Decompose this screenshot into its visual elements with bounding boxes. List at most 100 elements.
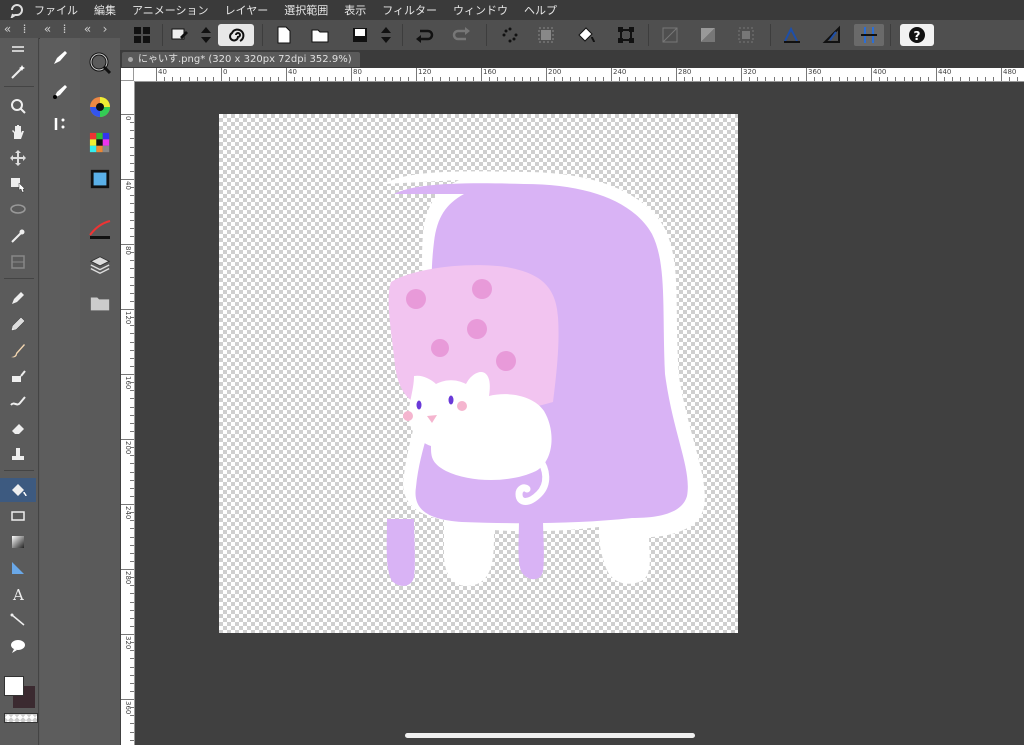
menu-layer[interactable]: レイヤー bbox=[225, 2, 269, 18]
redo-icon[interactable] bbox=[450, 24, 474, 46]
magic-wand-icon[interactable] bbox=[0, 60, 36, 84]
palette-menu-icon[interactable] bbox=[0, 42, 36, 58]
correct-line-icon[interactable] bbox=[0, 608, 36, 632]
pencil-icon[interactable] bbox=[0, 312, 36, 336]
ruler-label: 480 bbox=[1003, 68, 1017, 76]
panel-icon-column bbox=[80, 38, 120, 745]
eraser-icon[interactable] bbox=[0, 416, 36, 440]
sub-tool-pen-icon[interactable] bbox=[42, 46, 78, 70]
menu-window[interactable]: ウィンドウ bbox=[453, 2, 508, 18]
vertical-ruler: 0 40 80 120 160 200 240 280 320 360 bbox=[121, 81, 135, 745]
scale-icon[interactable] bbox=[614, 24, 638, 46]
clear-icon[interactable] bbox=[658, 24, 682, 46]
frame-icon[interactable] bbox=[0, 250, 36, 274]
ruler-label: 0 bbox=[223, 68, 228, 76]
brush-size-icon[interactable] bbox=[82, 214, 118, 244]
canvas[interactable] bbox=[219, 114, 738, 633]
sub-tool-ink-icon[interactable] bbox=[42, 80, 78, 104]
ruler-label: 200 bbox=[548, 68, 562, 76]
menu-filter[interactable]: フィルター bbox=[382, 2, 437, 18]
blend-icon[interactable] bbox=[0, 390, 36, 414]
brush-icon[interactable] bbox=[0, 338, 36, 362]
material-folder-icon[interactable] bbox=[82, 288, 118, 318]
collapse-subtool-palette-button[interactable]: « ⁞ bbox=[40, 20, 80, 39]
edit-icon[interactable] bbox=[168, 24, 192, 46]
gradient-fill-icon[interactable] bbox=[696, 24, 720, 46]
paint-bucket-icon[interactable] bbox=[574, 24, 598, 46]
ruler-label: 240 bbox=[613, 68, 627, 76]
stamp-icon[interactable] bbox=[0, 442, 36, 466]
snap-special-icon[interactable] bbox=[854, 24, 884, 46]
home-indicator[interactable] bbox=[405, 733, 695, 738]
transform-dots-icon[interactable] bbox=[498, 24, 522, 46]
up-down-arrows-icon[interactable] bbox=[196, 24, 216, 46]
clip-studio-logo-icon[interactable] bbox=[0, 0, 34, 20]
document-tab-bar: にゃいす.png* (320 x 320px 72dpi 352.9%) bbox=[120, 50, 1024, 68]
ruler-label: 40 bbox=[288, 68, 297, 76]
spiral-icon[interactable] bbox=[218, 24, 254, 46]
collapse-panel-button[interactable]: « › bbox=[80, 20, 120, 39]
rectangle-icon[interactable] bbox=[0, 504, 36, 528]
color-wheel-icon[interactable] bbox=[82, 92, 118, 122]
ruler-label: 400 bbox=[873, 68, 887, 76]
open-folder-icon[interactable] bbox=[308, 24, 332, 46]
object-icon[interactable] bbox=[0, 172, 36, 196]
ruler-label: 80 bbox=[353, 68, 362, 76]
menu-selection[interactable]: 選択範囲 bbox=[284, 2, 328, 18]
menu-view[interactable]: 表示 bbox=[344, 2, 366, 18]
ruler-icon[interactable] bbox=[0, 556, 36, 580]
eyedropper-icon[interactable] bbox=[0, 224, 36, 248]
transparent-color-swatch[interactable] bbox=[4, 713, 38, 723]
pen-icon[interactable] bbox=[0, 286, 36, 310]
ruler-label: 360 bbox=[808, 68, 822, 76]
navigator-icon[interactable] bbox=[82, 48, 118, 78]
collapse-tool-palette-button[interactable]: « ⁞ bbox=[0, 20, 40, 39]
zoom-icon[interactable] bbox=[0, 94, 36, 118]
move-layer-icon[interactable] bbox=[0, 146, 36, 170]
selection-border-icon[interactable] bbox=[734, 24, 758, 46]
ruler-label: 0 bbox=[124, 116, 132, 121]
help-icon[interactable]: ? bbox=[900, 24, 934, 46]
sub-tool-column bbox=[40, 38, 81, 745]
up-down-arrows-icon[interactable] bbox=[376, 24, 396, 46]
sub-tool-marker-icon[interactable] bbox=[42, 112, 78, 136]
menu-bar: ファイル 編集 アニメーション レイヤー 選択範囲 表示 フィルター ウィンドウ… bbox=[0, 0, 1024, 21]
horizontal-ruler: 40 0 40 80 120 160 200 240 280 320 360 400 440 480 bbox=[134, 68, 1024, 82]
layers-icon[interactable] bbox=[82, 250, 118, 280]
menu-animation[interactable]: アニメーション bbox=[132, 2, 209, 18]
command-bar: ? bbox=[120, 20, 1024, 51]
text-icon[interactable]: A bbox=[0, 582, 36, 606]
perspective-ruler-icon[interactable] bbox=[820, 24, 844, 46]
ruler-label: 40 bbox=[124, 181, 132, 190]
canvas-area[interactable] bbox=[135, 82, 1024, 745]
artwork bbox=[384, 171, 705, 586]
animation-timeline-icon[interactable] bbox=[82, 164, 118, 194]
menu-help[interactable]: ヘルプ bbox=[524, 2, 557, 18]
ruler-corner bbox=[121, 68, 134, 81]
new-document-icon[interactable] bbox=[272, 24, 296, 46]
airbrush-icon[interactable] bbox=[0, 364, 36, 388]
hand-icon[interactable] bbox=[0, 120, 36, 144]
tool-palettes: « ⁞ « ⁞ « › A bbox=[0, 20, 120, 745]
document-tab[interactable]: にゃいす.png* (320 x 320px 72dpi 352.9%) bbox=[122, 52, 360, 67]
color-set-icon[interactable] bbox=[82, 128, 118, 158]
ruler-label: 120 bbox=[418, 68, 432, 76]
grid-layout-icon[interactable] bbox=[130, 24, 154, 46]
balloon-icon[interactable] bbox=[0, 634, 36, 658]
main-color-swatch[interactable] bbox=[4, 676, 24, 696]
menu-edit[interactable]: 編集 bbox=[94, 2, 116, 18]
fill-selection-icon[interactable] bbox=[534, 24, 558, 46]
ruler-label: 80 bbox=[124, 246, 132, 255]
ruler-snap-icon[interactable] bbox=[780, 24, 804, 46]
ruler-label: 160 bbox=[483, 68, 497, 76]
ruler-label: 440 bbox=[938, 68, 952, 76]
save-icon[interactable] bbox=[348, 24, 372, 46]
lasso-icon[interactable] bbox=[0, 198, 36, 222]
menu-file[interactable]: ファイル bbox=[34, 2, 78, 18]
gradient-icon[interactable] bbox=[0, 530, 36, 554]
undo-icon[interactable] bbox=[412, 24, 436, 46]
fill-icon[interactable] bbox=[0, 478, 36, 502]
svg-text:?: ? bbox=[914, 29, 921, 43]
svg-text:A: A bbox=[12, 586, 24, 603]
ruler-label: 320 bbox=[743, 68, 757, 76]
